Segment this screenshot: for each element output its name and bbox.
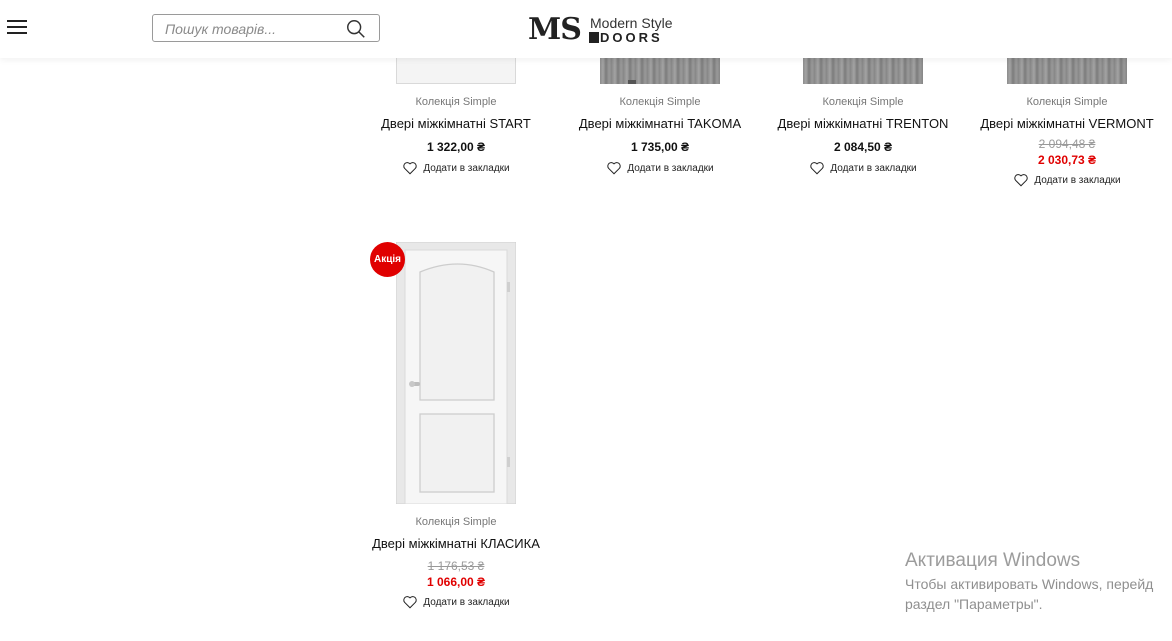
site-logo[interactable]: MS Modern Style DOORS <box>528 12 673 47</box>
product-card: Колекція Simple Двері міжкімнатні START … <box>361 96 551 180</box>
search-input[interactable] <box>163 18 337 40</box>
search-icon[interactable] <box>345 18 367 40</box>
menu-icon[interactable] <box>7 20 27 34</box>
heart-icon <box>607 162 622 175</box>
logo-doors-text: DOORS <box>600 30 663 45</box>
product-sale-price: 1 066,00 ₴ <box>426 575 486 589</box>
product-title[interactable]: Двері міжкімнатні VERMONT <box>972 116 1162 131</box>
product-old-price: 2 094,48 ₴ <box>1038 137 1096 151</box>
add-to-wishlist-button[interactable]: Додати в закладки <box>606 161 714 175</box>
windows-activation-line: Чтобы активировать Windows, перейд <box>905 576 1154 592</box>
product-title[interactable]: Двері міжкімнатні TAKOMA <box>565 116 755 131</box>
product-image-trenton[interactable] <box>803 58 923 84</box>
product-title[interactable]: Двері міжкімнатні TRENTON <box>768 116 958 131</box>
product-title[interactable]: Двері міжкімнатні КЛАСИКА <box>361 536 551 551</box>
wishlist-label: Додати в закладки <box>1034 174 1121 186</box>
product-sale-price: 2 030,73 ₴ <box>1037 153 1097 167</box>
product-image-takoma[interactable] <box>600 58 720 84</box>
add-to-wishlist-button[interactable]: Додати в закладки <box>1013 173 1121 187</box>
product-collection[interactable]: Колекція Simple <box>361 516 551 530</box>
heart-icon <box>1014 174 1029 187</box>
product-price: 2 084,50 ₴ <box>833 140 893 154</box>
logo-door-mark <box>589 32 599 43</box>
product-price: 1 322,00 ₴ <box>426 140 486 154</box>
product-price: 1 735,00 ₴ <box>630 140 690 154</box>
product-collection[interactable]: Колекція Simple <box>768 96 958 110</box>
wishlist-label: Додати в закладки <box>423 596 510 608</box>
add-to-wishlist-button[interactable]: Додати в закладки <box>402 161 510 175</box>
windows-activation-line: раздел "Параметры". <box>905 596 1043 612</box>
wishlist-label: Додати в закладки <box>830 162 917 174</box>
product-image-start[interactable] <box>396 58 516 84</box>
wishlist-label: Додати в закладки <box>627 162 714 174</box>
product-card: Колекція Simple Двері міжкімнатні VERMON… <box>972 96 1162 192</box>
add-to-wishlist-button[interactable]: Додати в закладки <box>402 595 510 609</box>
logo-modern-style-text: Modern Style <box>590 15 673 31</box>
product-image-vermont[interactable] <box>1007 58 1127 84</box>
windows-activation-watermark: Активация Windows Чтобы активировать Win… <box>905 550 1172 612</box>
logo-ms-text: MS <box>528 12 582 47</box>
product-old-price: 1 176,53 ₴ <box>427 559 485 573</box>
product-card: Колекція Simple Двері міжкімнатні TRENTO… <box>768 96 958 180</box>
windows-activation-title: Активация Windows <box>905 550 1081 571</box>
product-collection[interactable]: Колекція Simple <box>972 96 1162 110</box>
sale-badge: Акція <box>370 242 405 277</box>
product-collection[interactable]: Колекція Simple <box>565 96 755 110</box>
heart-icon <box>403 162 418 175</box>
product-card: Колекція Simple Двері міжкімнатні TAKOMA… <box>565 96 755 180</box>
heart-icon <box>810 162 825 175</box>
site-header: MS Modern Style DOORS <box>0 0 1172 58</box>
search-box <box>152 14 380 42</box>
product-title[interactable]: Двері міжкімнатні START <box>361 116 551 131</box>
wishlist-label: Додати в закладки <box>423 162 510 174</box>
product-image-klasyka[interactable] <box>396 242 516 504</box>
product-collection[interactable]: Колекція Simple <box>361 96 551 110</box>
product-card: Колекція Simple Двері міжкімнатні КЛАСИК… <box>361 516 551 614</box>
add-to-wishlist-button[interactable]: Додати в закладки <box>809 161 917 175</box>
heart-icon <box>403 596 418 609</box>
